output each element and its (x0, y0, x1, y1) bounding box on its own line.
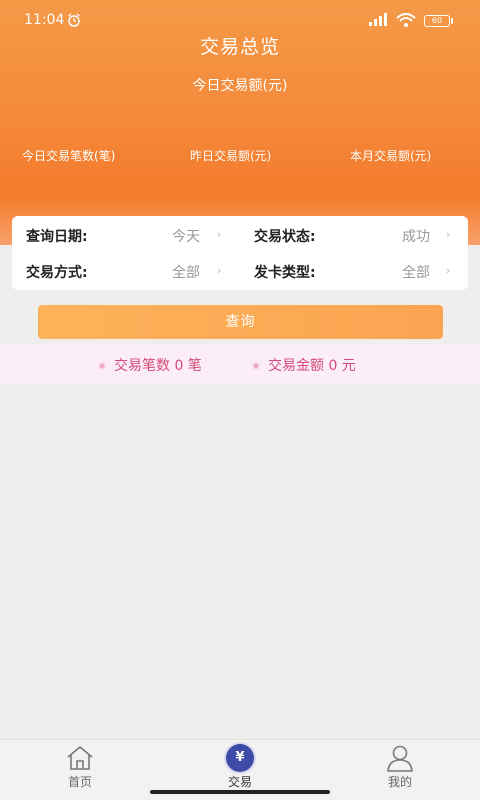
summary-amount-text: 交易金额 0 元 (268, 358, 356, 374)
page-title: 交易总览 (199, 36, 280, 58)
trade-status-label: 交易状态: (254, 229, 316, 245)
stat-yesterday-amount-label: 昨日交易额(元) (190, 149, 272, 163)
card-type-label: 发卡类型: (254, 265, 316, 281)
chevron-right-icon: › (217, 264, 222, 277)
query-date-label: 查询日期: (26, 229, 88, 245)
stat-month-amount-label: 本月交易额(元) (350, 149, 432, 163)
chevron-right-icon: › (446, 264, 451, 277)
today-amount-label: 今日交易额(元) (192, 78, 288, 94)
filter-row-2: 交易方式: 全部 › 发卡类型: 全部 › (12, 253, 468, 290)
tab-trade-label: 交易 (227, 775, 252, 789)
yen-icon: ¥ (226, 744, 254, 772)
trade-method-label: 交易方式: (26, 265, 88, 281)
summary-count-text: 交易笔数 0 笔 (114, 358, 202, 374)
stat-today-count-label: 今日交易笔数(笔) (22, 149, 116, 163)
user-icon (387, 745, 413, 772)
tab-home-label: 首页 (67, 775, 92, 789)
query-button[interactable]: 查询 (38, 305, 443, 339)
summary-amount: 交易金额 0 元 (252, 355, 356, 375)
tab-home[interactable]: 首页 (40, 740, 120, 800)
wifi-icon (396, 13, 416, 27)
trade-status-select[interactable]: 成功 (402, 226, 430, 246)
summary-bar: 交易笔数 0 笔 交易金额 0 元 (0, 344, 480, 384)
dot-icon (252, 362, 260, 370)
alarm-icon (68, 13, 80, 27)
home-indicator[interactable] (150, 790, 330, 794)
tab-mine[interactable]: 我的 (360, 740, 440, 800)
card-type-select[interactable]: 全部 (402, 262, 430, 282)
filter-row-1: 查询日期: 今天 › 交易状态: 成功 › (12, 216, 468, 253)
battery-tip (451, 18, 453, 24)
filter-card: 查询日期: 今天 › 交易状态: 成功 › 交易方式: 全部 › 发卡类型: 全… (12, 216, 468, 290)
trade-method-select[interactable]: 全部 (172, 262, 200, 282)
dot-icon (98, 362, 106, 370)
tab-mine-label: 我的 (387, 775, 412, 789)
chevron-right-icon: › (217, 228, 222, 241)
query-date-select[interactable]: 今天 (172, 226, 200, 246)
home-icon (67, 746, 93, 770)
chevron-right-icon: › (446, 228, 451, 241)
summary-count: 交易笔数 0 笔 (98, 355, 202, 375)
battery-icon: 60 (424, 15, 450, 27)
status-time: 11:04 (24, 12, 65, 28)
signal-icon (369, 13, 387, 26)
